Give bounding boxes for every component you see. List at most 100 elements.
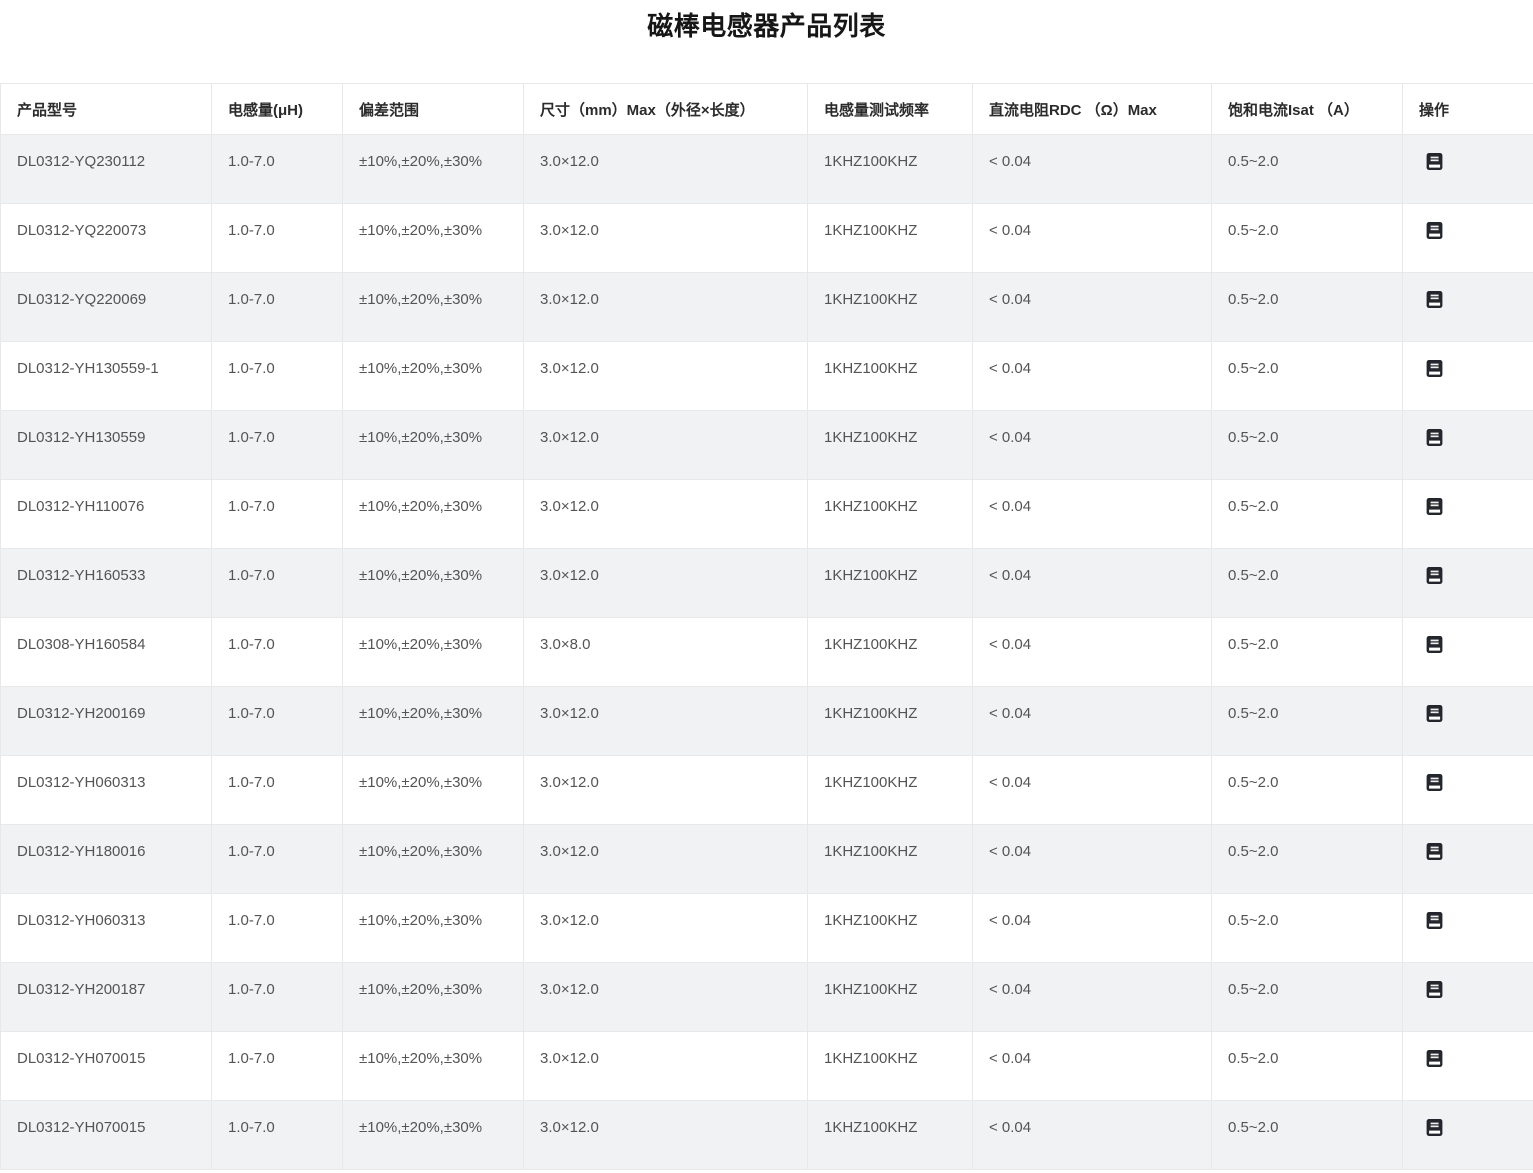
- cell-frequency: 1KHZ100KHZ: [807, 203, 973, 273]
- notebook-icon[interactable]: [1425, 290, 1444, 309]
- table-header-row: 产品型号 电感量(μH) 偏差范围 尺寸（mm）Max（外径×长度） 电感量测试频率 直流…: [0, 83, 1533, 135]
- cell-action: [1402, 548, 1533, 618]
- notebook-icon[interactable]: [1425, 1118, 1444, 1137]
- cell-isat: 0.5~2.0: [1211, 134, 1403, 204]
- cell-frequency: 1KHZ100KHZ: [807, 962, 973, 1032]
- cell-action: [1402, 1100, 1533, 1170]
- cell-model: DL0312-YH060313: [0, 893, 212, 963]
- notebook-icon[interactable]: [1425, 842, 1444, 861]
- table-row: DL0312-YH070015 1.0-7.0 ±10%,±20%,±30% 3.0×…: [0, 1100, 1533, 1170]
- cell-tolerance: ±10%,±20%,±30%: [342, 203, 524, 273]
- product-table: 产品型号 电感量(μH) 偏差范围 尺寸（mm）Max（外径×长度） 电感量测试频率 直流…: [0, 83, 1533, 1170]
- cell-tolerance: ±10%,±20%,±30%: [342, 824, 524, 894]
- table-row: DL0312-YQ220073 1.0-7.0 ±10%,±20%,±30% 3.0×…: [0, 203, 1533, 273]
- cell-frequency: 1KHZ100KHZ: [807, 893, 973, 963]
- table-row: DL0312-YH060313 1.0-7.0 ±10%,±20%,±30% 3.0×…: [0, 755, 1533, 825]
- cell-inductance: 1.0-7.0: [211, 272, 343, 342]
- cell-isat: 0.5~2.0: [1211, 272, 1403, 342]
- cell-tolerance: ±10%,±20%,±30%: [342, 134, 524, 204]
- cell-size: 3.0×12.0: [523, 755, 808, 825]
- cell-frequency: 1KHZ100KHZ: [807, 341, 973, 411]
- table-row: DL0312-YH130559 1.0-7.0 ±10%,±20%,±30% 3.0×…: [0, 410, 1533, 480]
- notebook-icon[interactable]: [1425, 221, 1444, 240]
- cell-rdc: < 0.04: [972, 272, 1212, 342]
- cell-model: DL0312-YH110076: [0, 479, 212, 549]
- cell-isat: 0.5~2.0: [1211, 824, 1403, 894]
- notebook-icon[interactable]: [1425, 152, 1444, 171]
- notebook-icon[interactable]: [1425, 911, 1444, 930]
- notebook-icon[interactable]: [1425, 359, 1444, 378]
- cell-inductance: 1.0-7.0: [211, 479, 343, 549]
- notebook-icon[interactable]: [1425, 566, 1444, 585]
- cell-rdc: < 0.04: [972, 617, 1212, 687]
- cell-inductance: 1.0-7.0: [211, 686, 343, 756]
- column-header: 电感量(μH): [211, 83, 343, 135]
- cell-tolerance: ±10%,±20%,±30%: [342, 1100, 524, 1170]
- table-row: DL0312-YH160533 1.0-7.0 ±10%,±20%,±30% 3.0×…: [0, 548, 1533, 618]
- cell-isat: 0.5~2.0: [1211, 410, 1403, 480]
- table-row: DL0312-YQ220069 1.0-7.0 ±10%,±20%,±30% 3.0×…: [0, 272, 1533, 342]
- cell-isat: 0.5~2.0: [1211, 1031, 1403, 1101]
- cell-isat: 0.5~2.0: [1211, 962, 1403, 1032]
- cell-tolerance: ±10%,±20%,±30%: [342, 272, 524, 342]
- cell-model: DL0312-YQ220069: [0, 272, 212, 342]
- cell-size: 3.0×12.0: [523, 341, 808, 411]
- cell-action: [1402, 479, 1533, 549]
- cell-inductance: 1.0-7.0: [211, 203, 343, 273]
- notebook-icon[interactable]: [1425, 635, 1444, 654]
- cell-tolerance: ±10%,±20%,±30%: [342, 617, 524, 687]
- cell-tolerance: ±10%,±20%,±30%: [342, 1031, 524, 1101]
- cell-rdc: < 0.04: [972, 755, 1212, 825]
- cell-inductance: 1.0-7.0: [211, 548, 343, 618]
- cell-frequency: 1KHZ100KHZ: [807, 1031, 973, 1101]
- cell-isat: 0.5~2.0: [1211, 1100, 1403, 1170]
- cell-tolerance: ±10%,±20%,±30%: [342, 755, 524, 825]
- cell-action: [1402, 962, 1533, 1032]
- cell-model: DL0312-YH200187: [0, 962, 212, 1032]
- table-row: DL0312-YH130559-1 1.0-7.0 ±10%,±20%,±30% 3.…: [0, 341, 1533, 411]
- cell-model: DL0312-YH180016: [0, 824, 212, 894]
- column-header: 电感量测试频率: [807, 83, 973, 135]
- cell-action: [1402, 341, 1533, 411]
- cell-isat: 0.5~2.0: [1211, 686, 1403, 756]
- cell-tolerance: ±10%,±20%,±30%: [342, 479, 524, 549]
- notebook-icon[interactable]: [1425, 704, 1444, 723]
- column-header: 操作: [1402, 83, 1533, 135]
- cell-tolerance: ±10%,±20%,±30%: [342, 962, 524, 1032]
- notebook-icon[interactable]: [1425, 773, 1444, 792]
- cell-model: DL0312-YH070015: [0, 1100, 212, 1170]
- cell-frequency: 1KHZ100KHZ: [807, 410, 973, 480]
- cell-action: [1402, 617, 1533, 687]
- cell-model: DL0308-YH160584: [0, 617, 212, 687]
- cell-size: 3.0×12.0: [523, 1100, 808, 1170]
- notebook-icon[interactable]: [1425, 497, 1444, 516]
- notebook-icon[interactable]: [1425, 980, 1444, 999]
- cell-rdc: < 0.04: [972, 824, 1212, 894]
- table-row: DL0312-YH060313 1.0-7.0 ±10%,±20%,±30% 3.0×…: [0, 893, 1533, 963]
- cell-model: DL0312-YQ230112: [0, 134, 212, 204]
- cell-frequency: 1KHZ100KHZ: [807, 479, 973, 549]
- column-header: 产品型号: [0, 83, 212, 135]
- notebook-icon[interactable]: [1425, 1049, 1444, 1068]
- cell-tolerance: ±10%,±20%,±30%: [342, 410, 524, 480]
- cell-frequency: 1KHZ100KHZ: [807, 686, 973, 756]
- table-row: DL0312-YH200169 1.0-7.0 ±10%,±20%,±30% 3.0×…: [0, 686, 1533, 756]
- column-header: 直流电阻RDC （Ω）Max: [972, 83, 1212, 135]
- cell-isat: 0.5~2.0: [1211, 479, 1403, 549]
- cell-inductance: 1.0-7.0: [211, 824, 343, 894]
- cell-tolerance: ±10%,±20%,±30%: [342, 548, 524, 618]
- cell-inductance: 1.0-7.0: [211, 755, 343, 825]
- cell-isat: 0.5~2.0: [1211, 341, 1403, 411]
- cell-rdc: < 0.04: [972, 548, 1212, 618]
- cell-size: 3.0×12.0: [523, 1031, 808, 1101]
- cell-action: [1402, 410, 1533, 480]
- cell-size: 3.0×12.0: [523, 548, 808, 618]
- table-row: DL0312-YH110076 1.0-7.0 ±10%,±20%,±30% 3.0×…: [0, 479, 1533, 549]
- column-header: 偏差范围: [342, 83, 524, 135]
- cell-rdc: < 0.04: [972, 686, 1212, 756]
- cell-rdc: < 0.04: [972, 410, 1212, 480]
- table-row: DL0312-YH200187 1.0-7.0 ±10%,±20%,±30% 3.0×…: [0, 962, 1533, 1032]
- cell-model: DL0312-YH130559-1: [0, 341, 212, 411]
- cell-rdc: < 0.04: [972, 203, 1212, 273]
- notebook-icon[interactable]: [1425, 428, 1444, 447]
